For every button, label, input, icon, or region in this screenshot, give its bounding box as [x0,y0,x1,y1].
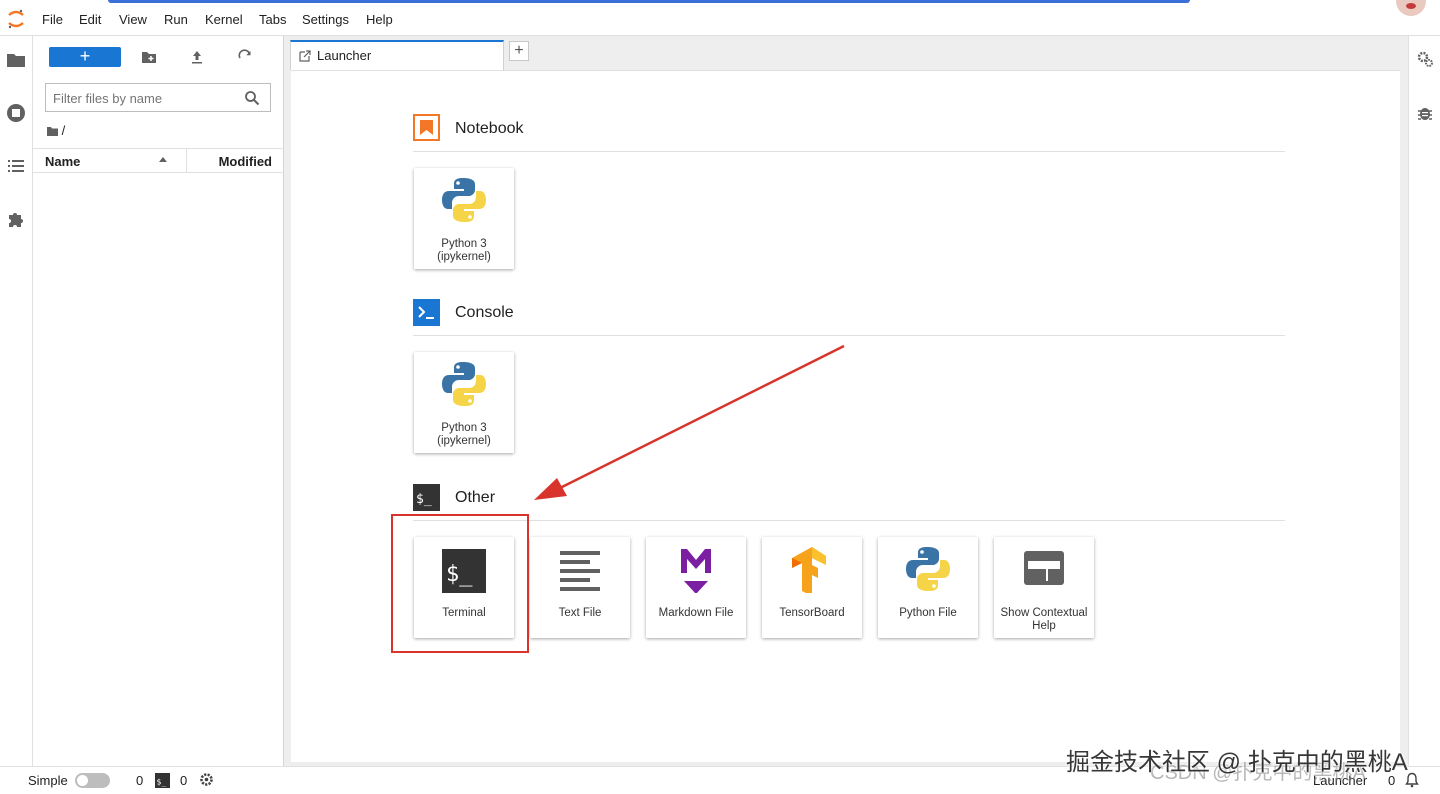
menu-file[interactable]: File [42,12,63,27]
simple-mode-toggle[interactable] [75,773,110,788]
filter-files-input[interactable] [53,89,233,107]
file-browser-panel: + / Name Modified [33,36,284,766]
add-tab-button[interactable]: + [509,41,529,61]
refresh-icon[interactable] [237,49,253,65]
folder-icon[interactable] [6,50,26,70]
new-launcher-button[interactable]: + [49,47,121,67]
search-icon [245,91,260,106]
python-logo-icon [906,547,950,591]
python-file-card[interactable]: Python File [878,537,978,638]
menu-run[interactable]: Run [164,12,188,27]
kernels-count[interactable]: 0 [136,773,143,788]
python-logo-icon [442,178,486,222]
menu-view[interactable]: View [119,12,147,27]
contextual-help-label: Show Contextual Help [1000,607,1088,632]
right-sidebar [1408,36,1440,766]
notebook-section-title: Notebook [455,120,524,137]
sort-ascending-icon [159,157,167,162]
breadcrumb-root[interactable]: / [62,123,66,138]
kernel-settings-gear-icon[interactable] [199,772,214,787]
console-python3-label: Python 3 (ipykernel) [437,422,491,447]
column-divider[interactable] [186,149,187,173]
svg-text:$_: $_ [157,778,167,787]
extension-puzzle-icon[interactable] [6,209,26,229]
watermark: 掘金技术社区 @ 扑克中的黑桃A [1066,749,1408,776]
column-name-header[interactable]: Name [45,154,80,169]
left-sidebar [0,36,33,766]
debugger-bug-icon[interactable] [1416,104,1434,122]
menu-settings[interactable]: Settings [302,12,349,27]
menu-edit[interactable]: Edit [79,12,101,27]
running-kernels-icon[interactable] [6,103,26,123]
python-logo-icon [442,362,486,406]
text-file-card[interactable]: Text File [530,537,630,638]
tab-bar: Launcher + [290,40,530,70]
markdown-icon [681,549,711,593]
python-file-label: Python File [899,607,957,619]
console-section-title: Console [455,304,514,321]
browser-highlight-line [108,0,1190,3]
simple-mode-label: Simple [28,773,68,788]
property-inspector-gears-icon[interactable] [1416,50,1434,68]
tab-launcher[interactable]: Launcher [290,40,504,70]
notebook-icon [413,114,440,141]
other-section-title: Other [455,489,496,506]
tensorboard-label: TensorBoard [779,607,845,619]
menu-bar: File Edit View Run Kernel Tabs Settings … [0,0,1440,36]
column-modified-header[interactable]: Modified [219,154,272,169]
section-divider [413,520,1285,521]
tab-launcher-label: Launcher [317,48,372,63]
notebook-python3-label: Python 3 (ipykernel) [437,238,491,263]
table-of-contents-icon[interactable] [6,156,26,176]
markdown-file-card[interactable]: Markdown File [646,537,746,638]
markdown-file-label: Markdown File [658,607,734,619]
section-divider [413,151,1285,152]
console-python3-card[interactable]: Python 3 (ipykernel) [414,352,514,453]
highlight-box [391,514,529,653]
file-list-header: Name Modified [33,148,284,173]
svg-text:$_: $_ [416,492,432,507]
tensorboard-card[interactable]: TensorBoard [762,537,862,638]
menu-kernel[interactable]: Kernel [205,12,243,27]
upload-icon[interactable] [189,49,205,65]
section-divider [413,335,1285,336]
notebook-python3-card[interactable]: Python 3 (ipykernel) [414,168,514,269]
folder-crumb-icon[interactable] [47,126,58,136]
avatar[interactable] [1396,0,1426,16]
console-icon [413,299,440,326]
contextual-help-icon [1024,551,1064,585]
launcher-tab-icon [299,50,311,62]
text-file-icon [560,551,600,591]
annotation-arrow [534,344,845,500]
menu-tabs[interactable]: Tabs [259,12,286,27]
terminals-count[interactable]: 0 [180,773,187,788]
text-file-label: Text File [558,607,602,619]
terminal-status-icon: $_ [155,773,170,788]
filter-files-field[interactable] [45,83,271,112]
terminal-section-icon: $_ [413,484,440,511]
contextual-help-card[interactable]: Show Contextual Help [994,537,1094,638]
menu-help[interactable]: Help [366,12,393,27]
tensorboard-icon [792,547,826,593]
breadcrumb: / [47,123,65,138]
jupyter-logo-icon [8,9,24,29]
new-folder-icon[interactable] [141,49,157,65]
